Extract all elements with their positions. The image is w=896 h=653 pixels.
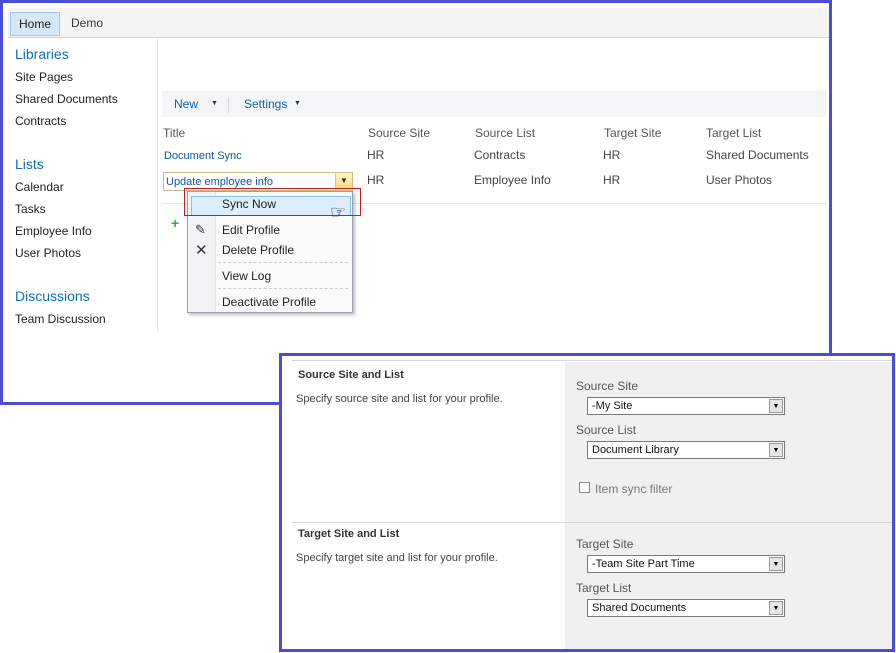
ql-item-contracts[interactable]: Contracts [15, 114, 66, 128]
row-source-site: HR [367, 148, 385, 162]
ql-item-site-pages[interactable]: Site Pages [15, 70, 73, 84]
row-target-list: User Photos [706, 173, 773, 187]
settings-dropdown-icon[interactable]: ▼ [294, 100, 301, 107]
ql-item-team-discussion[interactable]: Team Discussion [15, 312, 106, 326]
column-header-target-site[interactable]: Target Site [604, 126, 661, 140]
row-title-link[interactable]: Update employee info [166, 176, 273, 188]
ql-item-tasks[interactable]: Tasks [15, 202, 46, 216]
section-top-line [292, 360, 892, 361]
target-list-value: Shared Documents [592, 602, 687, 614]
target-list-select[interactable]: Shared Documents ▼ [587, 599, 785, 617]
new-button[interactable]: New [174, 97, 198, 111]
menu-separator [218, 288, 348, 289]
target-section-description: Specify target site and list for your pr… [296, 552, 498, 564]
add-item-icon[interactable]: + [171, 215, 179, 231]
ql-heading-discussions[interactable]: Discussions [15, 288, 90, 304]
edit-icon: ✎ [195, 222, 206, 237]
menu-item-delete-profile[interactable]: Delete Profile [222, 243, 294, 257]
menu-item-edit-profile[interactable]: Edit Profile [222, 223, 280, 237]
row-title-link[interactable]: Document Sync [164, 150, 242, 162]
quick-launch: Libraries Site Pages Shared Documents Co… [8, 39, 158, 331]
row-target-list: Shared Documents [706, 148, 809, 162]
chevron-down-icon[interactable]: ▼ [769, 557, 783, 571]
ql-item-calendar[interactable]: Calendar [15, 180, 64, 194]
menu-item-view-log[interactable]: View Log [222, 269, 271, 283]
row-source-list: Contracts [474, 148, 526, 162]
target-list-label: Target List [576, 581, 632, 595]
source-list-select[interactable]: Document Library ▼ [587, 441, 785, 459]
sharepoint-window: Home Demo Libraries Site Pages Shared Do… [0, 0, 832, 405]
source-list-label: Source List [576, 423, 637, 437]
settings-button[interactable]: Settings [244, 97, 287, 111]
column-header-target-list[interactable]: Target List [706, 126, 761, 140]
ql-item-shared-documents[interactable]: Shared Documents [15, 92, 118, 106]
ql-item-employee-info[interactable]: Employee Info [15, 224, 92, 238]
source-site-select[interactable]: -My Site ▼ [587, 397, 785, 415]
target-site-label: Target Site [576, 537, 634, 551]
source-site-value: -My Site [592, 400, 633, 412]
chevron-down-icon[interactable]: ▼ [769, 601, 783, 615]
row-target-site: HR [603, 173, 621, 187]
target-site-value: -Team Site Part Time [592, 558, 695, 570]
ql-heading-libraries[interactable]: Libraries [15, 46, 69, 62]
menu-separator [218, 262, 348, 263]
list-toolbar: New ▼ Settings ▼ [162, 91, 826, 117]
menu-item-deactivate-profile[interactable]: Deactivate Profile [222, 295, 316, 309]
section-divider [292, 522, 892, 523]
ql-heading-lists[interactable]: Lists [15, 156, 44, 172]
tab-demo[interactable]: Demo [63, 12, 111, 36]
top-nav: Home Demo [8, 8, 829, 38]
column-header-source-site[interactable]: Source Site [368, 126, 430, 140]
source-site-label: Source Site [576, 379, 639, 393]
item-sync-filter-label[interactable]: Item sync filter [595, 482, 672, 496]
chevron-down-icon[interactable]: ▼ [769, 443, 783, 457]
row-source-list: Employee Info [474, 173, 551, 187]
column-header-title[interactable]: Title [163, 126, 185, 140]
hand-cursor-icon: ☞ [330, 202, 347, 222]
row-target-site: HR [603, 148, 621, 162]
source-section-title: Source Site and List [298, 369, 404, 381]
source-section-description: Specify source site and list for your pr… [296, 393, 503, 405]
new-dropdown-icon[interactable]: ▼ [211, 100, 218, 107]
tab-home[interactable]: Home [10, 12, 61, 36]
chevron-down-icon[interactable]: ▼ [769, 399, 783, 413]
row-source-site: HR [367, 173, 385, 187]
target-site-select[interactable]: -Team Site Part Time ▼ [587, 555, 785, 573]
target-section-title: Target Site and List [298, 528, 400, 540]
column-header-source-list[interactable]: Source List [475, 126, 535, 140]
profile-settings-window: Source Site and List Specify source site… [279, 353, 895, 652]
ql-item-user-photos[interactable]: User Photos [15, 246, 81, 260]
source-list-value: Document Library [592, 444, 679, 456]
item-sync-filter-checkbox[interactable] [579, 482, 590, 493]
delete-icon: ✕ [195, 242, 208, 259]
toolbar-separator [228, 97, 229, 113]
